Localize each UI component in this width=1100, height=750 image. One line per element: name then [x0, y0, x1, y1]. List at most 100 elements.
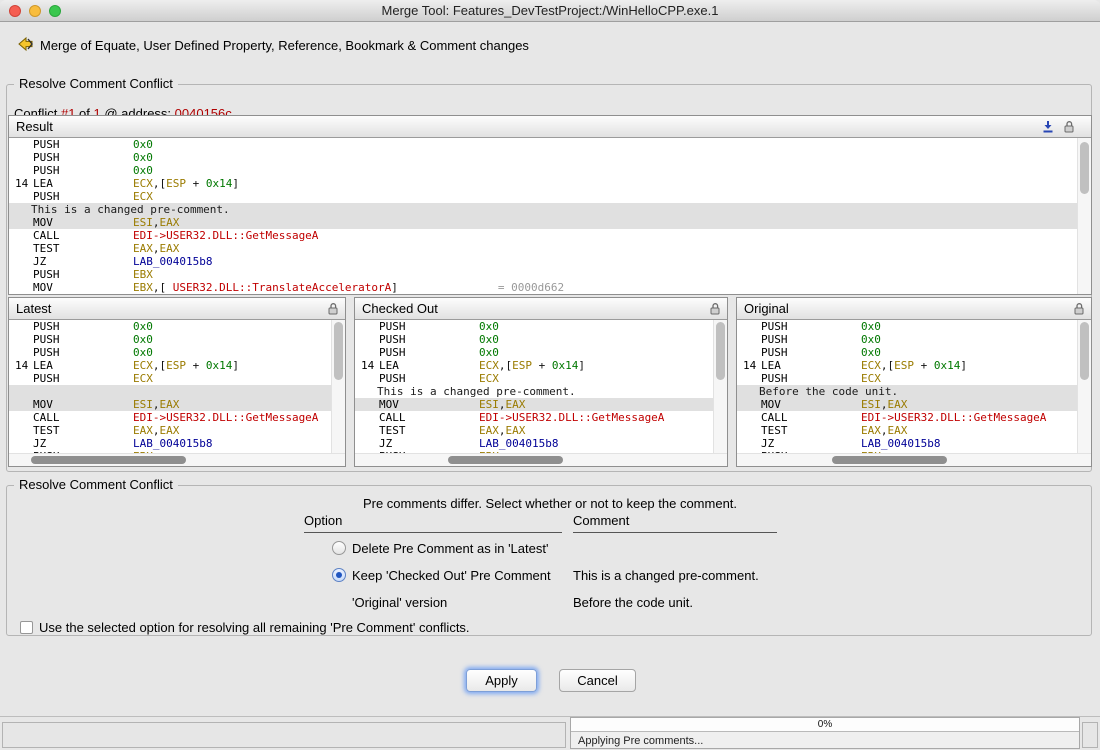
panel-title: Original	[744, 301, 789, 316]
operand: LAB_004015b8	[133, 437, 212, 450]
v-scrollbar-thumb[interactable]	[1080, 142, 1089, 194]
operands: EDI->USER32.DLL::GetMessageA	[861, 411, 1046, 424]
operands: EAX,EAX	[479, 424, 525, 437]
result-listing[interactable]: PUSH0x0PUSH0x0PUSH0x014LEAECX,[ESP + 0x1…	[9, 138, 1091, 294]
lock-icon[interactable]	[1073, 302, 1085, 315]
checked-out-listing[interactable]: PUSH0x0PUSH0x0PUSH0x014LEAECX,[ESP + 0x1…	[355, 320, 727, 453]
line-number	[9, 398, 33, 411]
operand: EAX	[160, 216, 180, 229]
h-scrollbar-thumb[interactable]	[448, 456, 563, 464]
v-scrollbar-thumb[interactable]	[334, 322, 343, 380]
v-scrollbar-thumb[interactable]	[716, 322, 725, 380]
operand: ESI	[479, 398, 499, 411]
radio-keep-checked-out-label[interactable]: Keep 'Checked Out' Pre Comment	[352, 568, 551, 583]
operands: ECX,[ESP + 0x14]	[479, 359, 585, 372]
conflict-instruction: Pre comments differ. Select whether or n…	[6, 496, 1094, 511]
instruction-row: 14LEAECX,[ESP + 0x14]	[9, 359, 345, 372]
operands: 0x0	[133, 320, 153, 333]
operand: LAB_004015b8	[861, 437, 940, 450]
comment-text: Before the code unit.	[737, 385, 898, 398]
result-vertical-scrollbar[interactable]	[1077, 138, 1091, 294]
radio-delete-pre-comment[interactable]	[332, 541, 346, 555]
operand: ,	[881, 359, 888, 372]
operand: 0x0	[133, 320, 153, 333]
operands: ECX,[ESP + 0x14]	[861, 359, 967, 372]
instruction-row: PUSH0x0	[355, 346, 727, 359]
close-window-button[interactable]	[9, 5, 21, 17]
line-number	[9, 424, 33, 437]
group-title: Resolve Comment Conflict	[14, 477, 178, 492]
latest-vertical-scrollbar[interactable]	[331, 320, 345, 453]
instruction-row: MOVEBX,[ USER32.DLL::TranslateAccelerato…	[9, 281, 1091, 294]
operand: +	[186, 177, 206, 190]
use-for-all-checkbox[interactable]	[20, 621, 33, 634]
instruction-row: JZLAB_004015b8	[9, 255, 1091, 268]
apply-button[interactable]: Apply	[466, 669, 537, 692]
mnemonic: PUSH	[761, 372, 861, 385]
cancel-button[interactable]: Cancel	[559, 669, 636, 692]
instruction-row: TESTEAX,EAX	[355, 424, 727, 437]
checked-out-vertical-scrollbar[interactable]	[713, 320, 727, 453]
line-number	[9, 151, 33, 164]
mnemonic: JZ	[33, 437, 133, 450]
operand: 0x0	[133, 333, 153, 346]
comment-row: This is a changed pre-comment.	[355, 385, 727, 398]
operand: EBX	[133, 281, 153, 294]
radio-keep-checked-out[interactable]	[332, 568, 346, 582]
line-number	[9, 242, 33, 255]
operands: 0x0	[133, 164, 153, 177]
instruction-row: CALLEDI->USER32.DLL::GetMessageA	[737, 411, 1091, 424]
original-horizontal-scrollbar[interactable]	[737, 453, 1091, 466]
operand: +	[914, 359, 934, 372]
line-number	[355, 333, 379, 346]
operand: 0x14	[206, 359, 233, 372]
mnemonic: JZ	[761, 437, 861, 450]
checked-out-panel: Checked Out PUSH0x0PUSH0x0PUSH0x014LEAEC…	[354, 297, 728, 467]
mnemonic: CALL	[33, 411, 133, 424]
zoom-window-button[interactable]	[49, 5, 61, 17]
status-progress-area: 0% Applying Pre comments...	[570, 717, 1080, 749]
original-listing[interactable]: PUSH0x0PUSH0x0PUSH0x014LEAECX,[ESP + 0x1…	[737, 320, 1091, 453]
instruction-row: PUSHEBX	[9, 268, 1091, 281]
operands: EAX,EAX	[861, 424, 907, 437]
instruction-row: 14LEAECX,[ESP + 0x14]	[737, 359, 1091, 372]
instruction-row: PUSH0x0	[9, 164, 1091, 177]
operand: 0x0	[479, 346, 499, 359]
apply-result-icon[interactable]	[1042, 120, 1054, 133]
operand: ,	[153, 177, 160, 190]
status-message: Applying Pre comments...	[578, 735, 703, 747]
blank-row	[9, 385, 345, 398]
lock-icon[interactable]	[1063, 120, 1075, 133]
operands: LAB_004015b8	[479, 437, 558, 450]
h-scrollbar-thumb[interactable]	[832, 456, 947, 464]
group-title: Resolve Comment Conflict	[14, 76, 178, 91]
latest-listing[interactable]: PUSH0x0PUSH0x0PUSH0x014LEAECX,[ESP + 0x1…	[9, 320, 345, 453]
operand: ESI	[133, 216, 153, 229]
operand: EDI->USER32.DLL::GetMessageA	[133, 411, 318, 424]
original-vertical-scrollbar[interactable]	[1077, 320, 1091, 453]
instruction-row: 14LEAECX,[ESP + 0x14]	[9, 177, 1091, 190]
v-scrollbar-thumb[interactable]	[1080, 322, 1089, 380]
operand-value: = 0000d662	[498, 281, 564, 294]
operands: 0x0	[133, 333, 153, 346]
checked-out-horizontal-scrollbar[interactable]	[355, 453, 727, 466]
title-bar[interactable]: Merge Tool: Features_DevTestProject:/Win…	[0, 0, 1100, 22]
use-for-all-checkbox-label[interactable]: Use the selected option for resolving al…	[39, 620, 470, 635]
instruction-row: PUSH0x0	[355, 320, 727, 333]
latest-horizontal-scrollbar[interactable]	[9, 453, 345, 466]
minimize-window-button[interactable]	[29, 5, 41, 17]
h-scrollbar-thumb[interactable]	[31, 456, 186, 464]
mnemonic: MOV	[33, 216, 133, 229]
lock-icon[interactable]	[709, 302, 721, 315]
operands: EAX,EAX	[133, 242, 179, 255]
line-number	[737, 437, 761, 450]
mnemonic: PUSH	[761, 346, 861, 359]
radio-delete-pre-comment-label[interactable]: Delete Pre Comment as in 'Latest'	[352, 541, 548, 556]
line-number	[9, 138, 33, 151]
operands: 0x0	[479, 320, 499, 333]
instruction-row: PUSH0x0	[737, 320, 1091, 333]
operand: EAX	[861, 424, 881, 437]
lock-icon[interactable]	[327, 302, 339, 315]
mnemonic: PUSH	[33, 346, 133, 359]
operands: EDI->USER32.DLL::GetMessageA	[133, 411, 318, 424]
